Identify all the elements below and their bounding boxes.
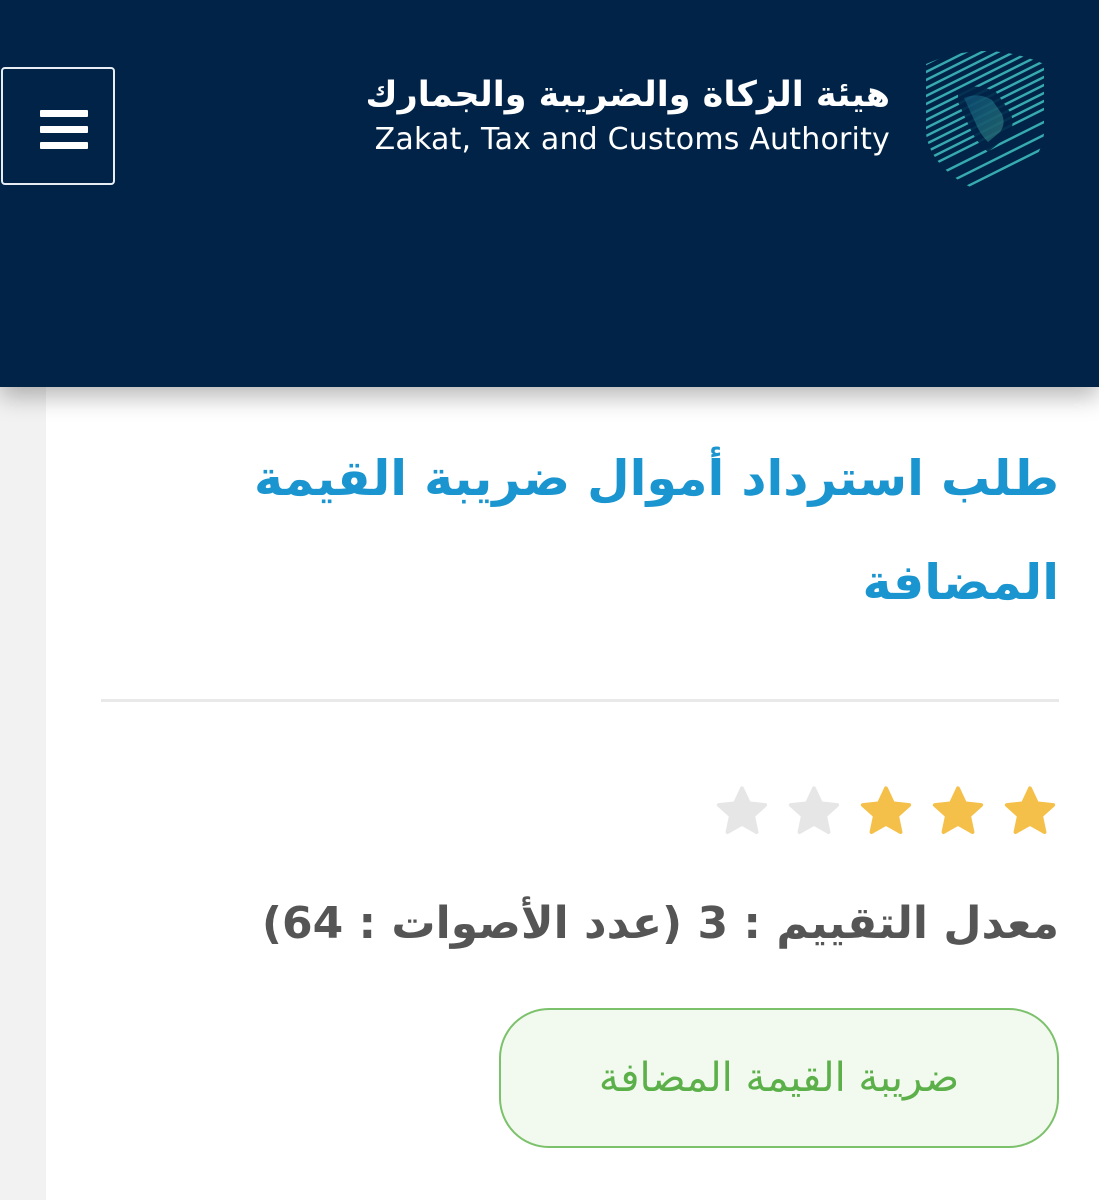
org-name-english: Zakat, Tax and Customs Authority xyxy=(374,122,890,157)
star-filled-icon[interactable] xyxy=(1001,783,1059,841)
brand-name[interactable]: هيئة الزكاة والضريبة والجمارك Zakat, Tax… xyxy=(366,70,890,160)
divider xyxy=(101,699,1059,702)
page: هيئة الزكاة والضريبة والجمارك Zakat, Tax… xyxy=(0,0,1099,1200)
rating-stars[interactable] xyxy=(713,783,1059,841)
category-tag-button[interactable]: ضريبة القيمة المضافة xyxy=(499,1008,1059,1148)
star-empty-icon[interactable] xyxy=(713,783,771,841)
rating-summary: معدل التقييم : 3 (عدد الأصوات : 64) xyxy=(261,898,1059,949)
zatca-shield-logo-icon[interactable] xyxy=(918,42,1052,196)
service-card: طلب استرداد أموال ضريبة القيمة المضافة م… xyxy=(46,387,1099,1200)
org-name-arabic: هيئة الزكاة والضريبة والجمارك xyxy=(365,75,890,115)
star-filled-icon[interactable] xyxy=(857,783,915,841)
star-filled-icon[interactable] xyxy=(929,783,987,841)
page-title: طلب استرداد أموال ضريبة القيمة المضافة xyxy=(254,450,1059,611)
star-empty-icon[interactable] xyxy=(785,783,843,841)
site-header: هيئة الزكاة والضريبة والجمارك Zakat, Tax… xyxy=(0,0,1099,387)
menu-button[interactable] xyxy=(1,67,115,185)
